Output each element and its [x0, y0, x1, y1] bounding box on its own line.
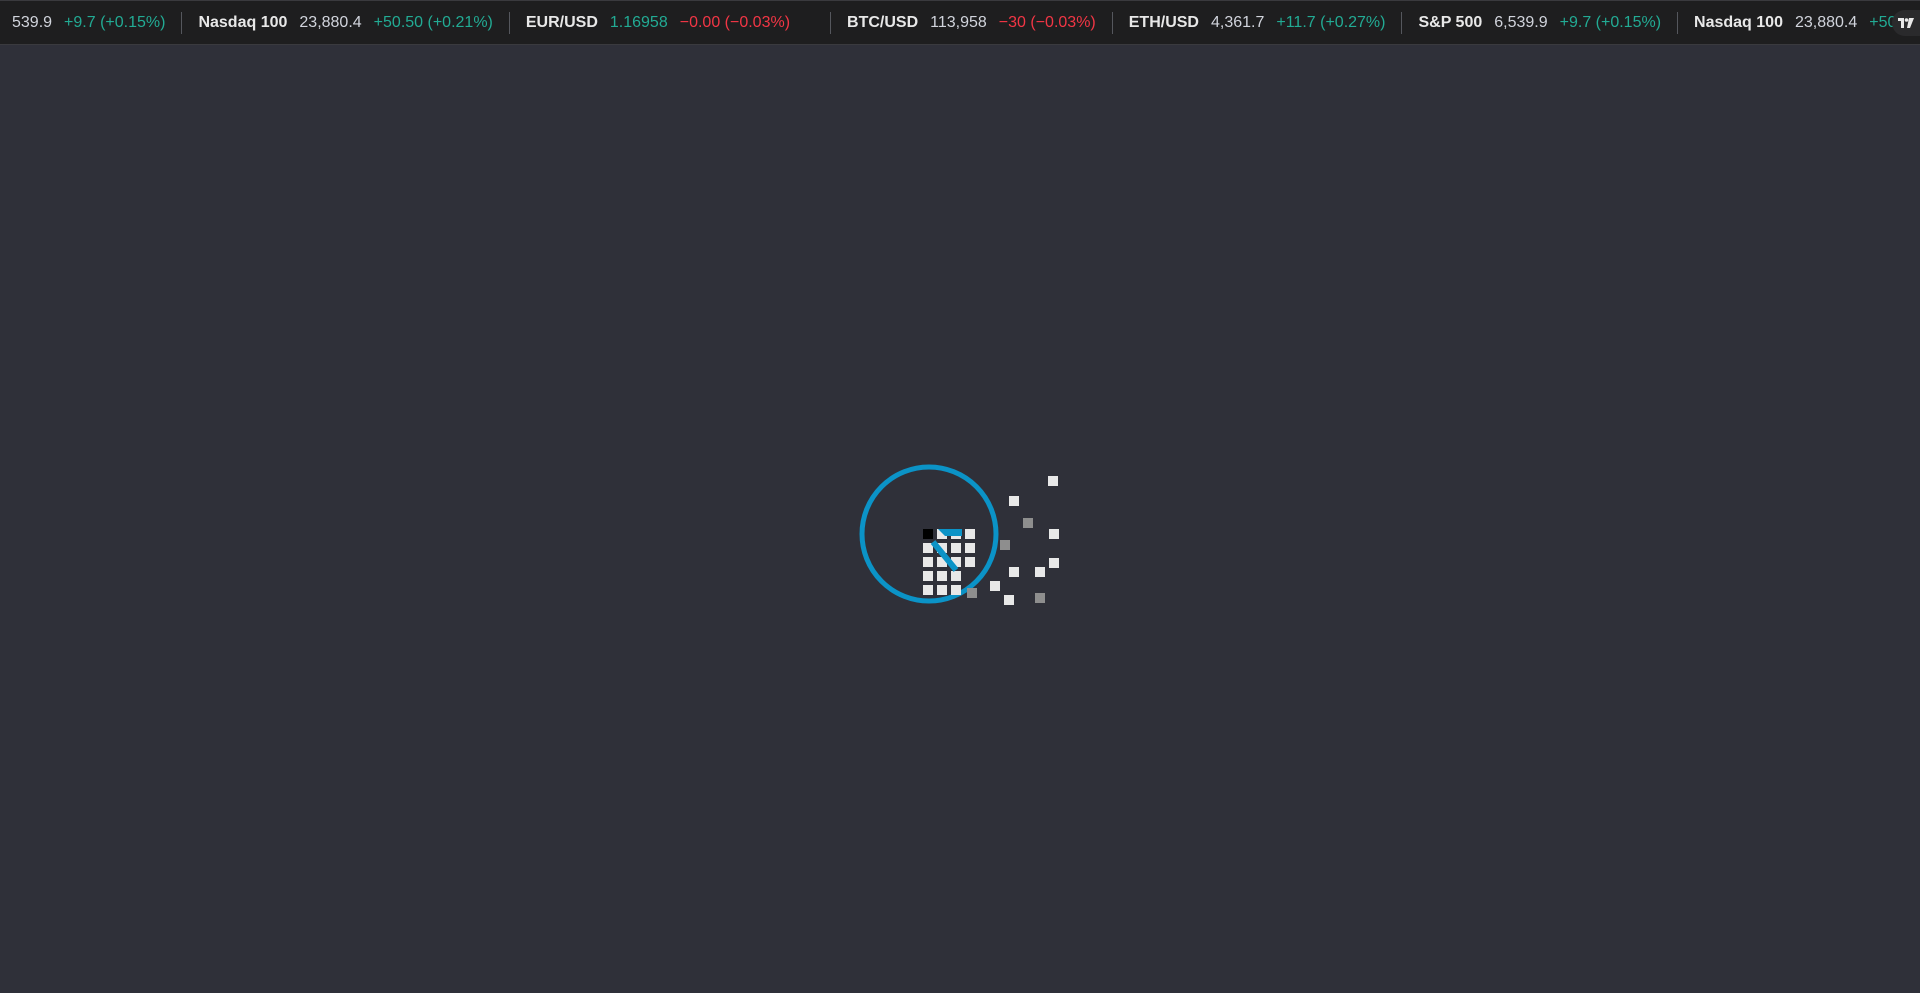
ticker-tape: 539.9 +9.7 (+0.15%) Nasdaq 100 23,880.4 … [0, 0, 1920, 45]
ticker-item[interactable]: ETH/USD 4,361.7 +11.7 (+0.27%) [1111, 11, 1402, 34]
ticker-symbol: S&P 500 [1418, 13, 1483, 31]
ticker-change: −30 (−0.03%) [998, 13, 1096, 31]
ticker-change: +50.50 (+0.21%) [373, 13, 493, 31]
ticker-price: 4,361.7 [1210, 13, 1265, 31]
ticker-symbol: BTC/USD [847, 13, 919, 31]
ticker-price: 1.16958 [609, 13, 668, 31]
ticker-symbol: ETH/USD [1128, 13, 1199, 31]
ticker-symbol: Nasdaq 100 [198, 13, 288, 31]
ticker-change: −0.00 (−0.03%) [679, 13, 791, 31]
ticker-price: 23,880.4 [299, 13, 362, 31]
tradingview-logo-icon[interactable] [1892, 10, 1920, 36]
ticker-price: 113,958 [930, 13, 987, 31]
loading-spinner-icon [855, 460, 1075, 630]
ticker-item[interactable]: S&P 500 6,539.9 +9.7 (+0.15%) [1401, 11, 1677, 34]
ticker-item[interactable]: EUR/USD 1.16958 −0.00 (−0.03%) [508, 11, 806, 34]
ticker-price: 539.9 [12, 13, 53, 31]
ticker-change: +9.7 (+0.15%) [64, 13, 166, 31]
ticker-price: 6,539.9 [1494, 13, 1548, 31]
ticker-item[interactable]: Nasdaq 100 23,880.4 +50.50 (+0.21%) [1677, 11, 1920, 34]
ticker-item[interactable]: BTC/USD 113,958 −30 (−0.03%) [830, 11, 1112, 34]
ticker-change: +9.7 (+0.15%) [1559, 13, 1662, 31]
ticker-item[interactable]: 539.9 +9.7 (+0.15%) [0, 1, 181, 44]
ticker-price: 23,880.4 [1794, 13, 1858, 31]
ticker-item[interactable]: Nasdaq 100 23,880.4 +50.50 (+0.21%) [181, 11, 508, 34]
ticker-track: 539.9 +9.7 (+0.15%) Nasdaq 100 23,880.4 … [0, 1, 1920, 44]
ticker-change: +11.7 (+0.27%) [1276, 13, 1386, 31]
ticker-symbol: EUR/USD [525, 13, 598, 31]
ticker-symbol: Nasdaq 100 [1694, 13, 1783, 31]
